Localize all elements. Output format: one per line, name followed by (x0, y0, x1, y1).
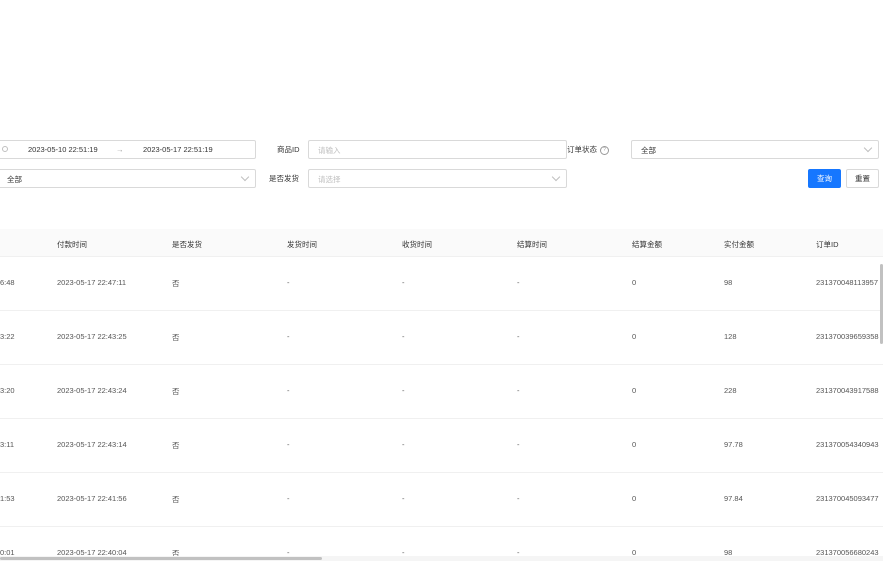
shipped-label: 是否发货 (269, 174, 299, 183)
chevron-down-icon (240, 172, 250, 182)
order-status-value: 全部 (641, 146, 656, 155)
table-row: 3:22 2023-05-17 22:43:25 否 - - - 0 128 2… (0, 310, 883, 365)
chevron-down-icon (551, 172, 561, 182)
date-start-input[interactable]: 2023-05-10 22:51:19 (28, 145, 98, 154)
table-header: 付款时间 是否发货 发货时间 收货时间 结算时间 结算金额 实付金额 订单ID (0, 229, 883, 257)
horizontal-scrollbar-thumb[interactable] (0, 557, 322, 560)
cell-order-id: 231370043917588 (816, 386, 879, 395)
clock-icon (2, 146, 8, 152)
cell-shipped: 否 (172, 333, 180, 342)
shipped-select[interactable]: 请选择 (308, 169, 567, 188)
column-header-settle-time: 结算时间 (517, 240, 547, 249)
cell-paid-amount: 98 (724, 278, 733, 287)
date-end-input[interactable]: 2023-05-17 22:51:19 (143, 145, 213, 154)
cell-settle-time: - (517, 494, 520, 503)
cell-settle-time: - (517, 386, 520, 395)
cell-receive-time: - (402, 278, 405, 287)
cell-paid-amount: 128 (724, 332, 737, 341)
cell-prev-time: 1:53 (0, 494, 15, 503)
cell-order-id: 231370039659358 (816, 332, 879, 341)
cell-ship-time: - (287, 386, 290, 395)
cell-receive-time: - (402, 332, 405, 341)
date-range-separator: → (116, 145, 124, 154)
cell-paid-time: 2023-05-17 22:43:25 (57, 332, 127, 341)
cell-settle-amount: 0 (632, 440, 637, 449)
column-header-ship-time: 发货时间 (287, 240, 317, 249)
cell-paid-amount: 97.78 (724, 440, 743, 449)
horizontal-scrollbar-track[interactable] (0, 556, 883, 561)
cell-ship-time: - (287, 332, 290, 341)
cell-paid-amount: 228 (724, 386, 737, 395)
column-header-receive-time: 收货时间 (402, 240, 432, 249)
product-id-label: 商品ID (277, 145, 300, 154)
cell-ship-time: - (287, 494, 290, 503)
column-header-paid-time: 付款时间 (57, 240, 87, 249)
cell-shipped: 否 (172, 387, 180, 396)
cell-ship-time: - (287, 278, 290, 287)
order-status-select[interactable]: 全部 (631, 140, 879, 159)
table-row: 6:48 2023-05-17 22:47:11 否 - - - 0 98 23… (0, 256, 883, 311)
cell-paid-time: 2023-05-17 22:43:14 (57, 440, 127, 449)
cell-order-id: 231370045093477 (816, 494, 879, 503)
cell-paid-time: 2023-05-17 22:43:24 (57, 386, 127, 395)
cell-ship-time: - (287, 440, 290, 449)
question-circle-icon: ? (600, 145, 609, 155)
column-header-order-id: 订单ID (816, 240, 839, 249)
product-id-input[interactable]: 请输入 (308, 140, 567, 159)
shipped-placeholder: 请选择 (318, 175, 341, 184)
column-header-paid-amount: 实付金额 (724, 240, 754, 249)
query-button[interactable]: 查询 (808, 169, 841, 188)
date-range-picker[interactable]: 2023-05-10 22:51:19 → 2023-05-17 22:51:1… (0, 140, 256, 159)
table-row: 1:53 2023-05-17 22:41:56 否 - - - 0 97.84… (0, 472, 883, 527)
product-id-placeholder: 请输入 (318, 146, 341, 155)
cell-shipped: 否 (172, 495, 180, 504)
left-select[interactable]: 全部 (0, 169, 256, 188)
cell-paid-time: 2023-05-17 22:41:56 (57, 494, 127, 503)
cell-prev-time: 3:11 (0, 440, 15, 449)
cell-order-id: 231370054340943 (816, 440, 879, 449)
cell-receive-time: - (402, 386, 405, 395)
cell-settle-amount: 0 (632, 278, 637, 287)
chevron-down-icon (863, 143, 873, 153)
column-header-shipped: 是否发货 (172, 240, 202, 249)
cell-order-id: 231370048113957 (816, 278, 879, 287)
cell-paid-amount: 97.84 (724, 494, 743, 503)
cell-receive-time: - (402, 440, 405, 449)
cell-prev-time: 6:48 (0, 278, 15, 287)
cell-prev-time: 3:20 (0, 386, 15, 395)
cell-settle-amount: 0 (632, 332, 637, 341)
cell-shipped: 否 (172, 441, 180, 450)
table-row: 0:01 2023-05-17 22:40:04 否 - - - 0 98 23… (0, 526, 883, 558)
cell-settle-time: - (517, 332, 520, 341)
cell-shipped: 否 (172, 279, 180, 288)
cell-settle-time: - (517, 278, 520, 287)
table-row: 3:20 2023-05-17 22:43:24 否 - - - 0 228 2… (0, 364, 883, 419)
cell-settle-time: - (517, 440, 520, 449)
cell-prev-time: 3:22 (0, 332, 15, 341)
cell-receive-time: - (402, 494, 405, 503)
column-header-settle-amount: 结算金额 (632, 240, 662, 249)
left-select-value: 全部 (7, 175, 22, 184)
reset-button[interactable]: 重置 (846, 169, 879, 188)
order-status-label: 订单状态? (567, 144, 609, 155)
table-row: 3:11 2023-05-17 22:43:14 否 - - - 0 97.78… (0, 418, 883, 473)
cell-settle-amount: 0 (632, 386, 637, 395)
cell-settle-amount: 0 (632, 494, 637, 503)
cell-paid-time: 2023-05-17 22:47:11 (57, 278, 127, 287)
order-status-label-text: 订单状态 (567, 145, 597, 154)
